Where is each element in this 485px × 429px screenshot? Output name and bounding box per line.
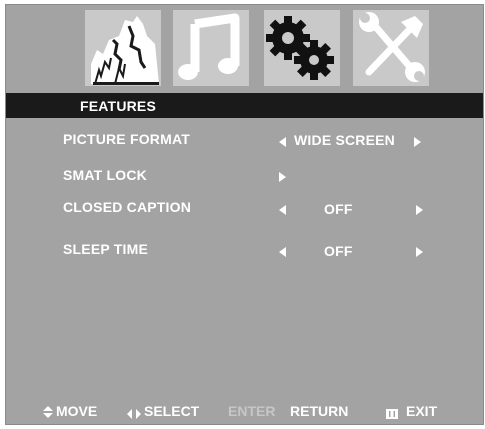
footer-help-bar: MOVE SELECT ENTER RETURN EXIT — [6, 403, 483, 421]
closed-caption-value: OFF — [324, 201, 353, 217]
tools-icon — [359, 12, 425, 82]
tab-features[interactable] — [264, 10, 340, 86]
section-header: FEATURES — [6, 93, 483, 118]
right-arrow-icon[interactable] — [279, 172, 286, 182]
picture-icon — [91, 16, 159, 85]
select-icon — [127, 406, 141, 422]
left-arrow-icon[interactable] — [279, 205, 286, 215]
move-icon — [42, 405, 54, 421]
sleep-time-label: SLEEP TIME — [63, 241, 148, 257]
menu-key-icon — [386, 406, 398, 422]
music-note-icon — [178, 13, 240, 80]
left-arrow-icon[interactable] — [279, 247, 286, 257]
sleep-time-value: OFF — [324, 243, 353, 259]
right-arrow-icon[interactable] — [416, 247, 423, 257]
return-hint: RETURN — [290, 403, 349, 419]
picture-format-value: WIDE SCREEN — [294, 132, 395, 148]
enter-key-label: ENTER — [228, 403, 276, 419]
smat-lock-label: SMAT LOCK — [63, 167, 147, 183]
header-title: FEATURES — [80, 98, 157, 114]
closed-caption-label: CLOSED CAPTION — [63, 199, 192, 215]
osd-menu-panel: FEATURES PICTURE FORMAT WIDE SCREEN SMAT… — [5, 4, 484, 425]
tab-music[interactable] — [173, 10, 249, 86]
right-arrow-icon[interactable] — [414, 137, 421, 147]
left-arrow-icon[interactable] — [279, 137, 286, 147]
tab-picture[interactable] — [85, 10, 161, 86]
tv-osd-screen: FEATURES PICTURE FORMAT WIDE SCREEN SMAT… — [0, 0, 485, 429]
exit-hint: EXIT — [406, 403, 438, 419]
gear-icon — [266, 16, 334, 80]
move-hint: MOVE — [56, 403, 98, 419]
picture-format-label: PICTURE FORMAT — [63, 131, 190, 147]
right-arrow-icon[interactable] — [416, 205, 423, 215]
select-hint: SELECT — [144, 403, 200, 419]
tab-setup[interactable] — [353, 10, 429, 86]
